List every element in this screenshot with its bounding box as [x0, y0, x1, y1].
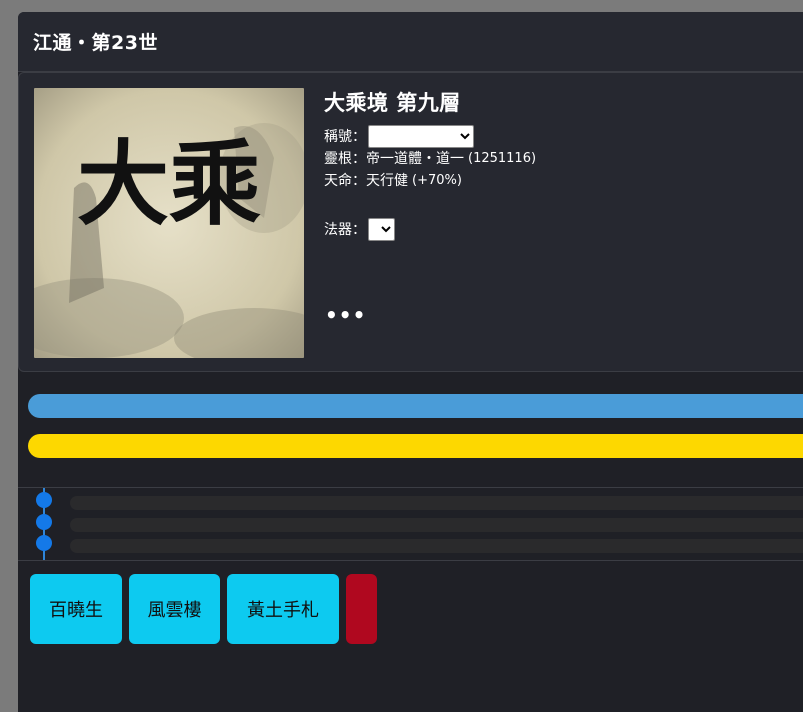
fengyunlou-button[interactable]: 風雲樓	[129, 574, 220, 644]
app-window: 江通・第23世 大乘 大乘境 第九層 稱號： 靈根： 帝一道體・道一 (1251…	[18, 12, 803, 712]
huangtu-notes-button[interactable]: 黃土手札	[227, 574, 339, 644]
root-value: 帝一道體・道一	[366, 151, 464, 167]
timeline-dot	[36, 514, 52, 530]
progress-bar-blue	[28, 394, 803, 418]
title-row: 稱號：	[324, 125, 536, 148]
log-entry	[70, 518, 803, 532]
fate-value: 天行健	[366, 173, 408, 189]
fate-label: 天命：	[324, 173, 366, 189]
app-header: 江通・第23世	[18, 12, 803, 72]
fate-bonus: (+70%)	[412, 173, 462, 188]
profile-info: 大乘境 第九層 稱號： 靈根： 帝一道體・道一 (1251116) 天命： 天行…	[324, 87, 536, 241]
red-action-button[interactable]	[346, 574, 377, 644]
ink-painting-picture: 大乘	[34, 88, 304, 358]
root-row: 靈根： 帝一道體・道一 (1251116)	[324, 148, 536, 170]
artifact-select[interactable]	[368, 218, 395, 241]
title-label: 稱號：	[324, 128, 366, 145]
root-label: 靈根：	[324, 151, 366, 167]
artifact-row: 法器：	[324, 218, 536, 241]
action-buttons: 百曉生 風雲樓 黃土手札	[30, 574, 384, 644]
portrait-glyph: 大乘	[77, 130, 261, 238]
realm-portrait-image: 大乘	[34, 88, 304, 358]
log-entry	[70, 496, 803, 510]
log-entry	[70, 539, 803, 553]
baixiaosheng-button[interactable]: 百曉生	[30, 574, 122, 644]
character-profile-card: 大乘 大乘境 第九層 稱號： 靈根： 帝一道體・道一 (1251116) 天命：…	[18, 72, 803, 372]
timeline-dot	[36, 535, 52, 551]
title-select[interactable]	[368, 125, 474, 148]
root-code: (1251116)	[468, 151, 537, 166]
event-timeline	[18, 487, 803, 561]
artifact-label: 法器：	[324, 221, 366, 238]
timeline-dot	[36, 492, 52, 508]
realm-title: 大乘境 第九層	[324, 91, 461, 115]
progress-bar-yellow	[28, 434, 803, 458]
more-options-button[interactable]: •••	[325, 303, 366, 327]
fate-row: 天命： 天行健 (+70%)	[324, 170, 536, 192]
page-title: 江通・第23世	[33, 32, 158, 54]
